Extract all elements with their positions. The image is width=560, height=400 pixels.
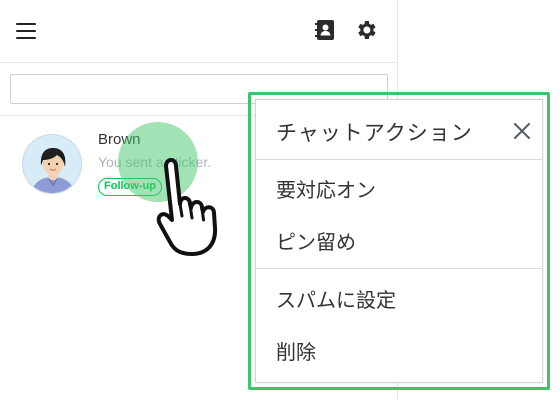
- menu-title: チャットアクション: [276, 121, 473, 145]
- tap-hand-icon: [140, 150, 240, 260]
- menu-item-pin[interactable]: ピン留め: [256, 214, 542, 266]
- menu-header: チャットアクション: [256, 100, 542, 160]
- menu-item-label: ピン留め: [276, 230, 356, 254]
- hamburger-icon[interactable]: [16, 23, 36, 39]
- chat-actions-menu: チャットアクション 要対応オン ピン留め スパムに設定 削除: [255, 99, 543, 383]
- contact-book-icon[interactable]: [313, 18, 337, 42]
- menu-item-mark-spam[interactable]: スパムに設定: [256, 272, 542, 324]
- gear-icon[interactable]: [354, 18, 378, 42]
- menu-item-label: スパムに設定: [276, 288, 396, 312]
- menu-item-label: 削除: [276, 340, 316, 364]
- close-icon[interactable]: [511, 120, 533, 142]
- menu-item-delete[interactable]: 削除: [256, 324, 542, 376]
- menu-divider: [256, 268, 542, 269]
- menu-item-label: 要対応オン: [276, 178, 376, 202]
- avatar: [22, 134, 82, 194]
- menu-item-mark-follow-up[interactable]: 要対応オン: [256, 162, 542, 214]
- top-bar: [0, 0, 398, 62]
